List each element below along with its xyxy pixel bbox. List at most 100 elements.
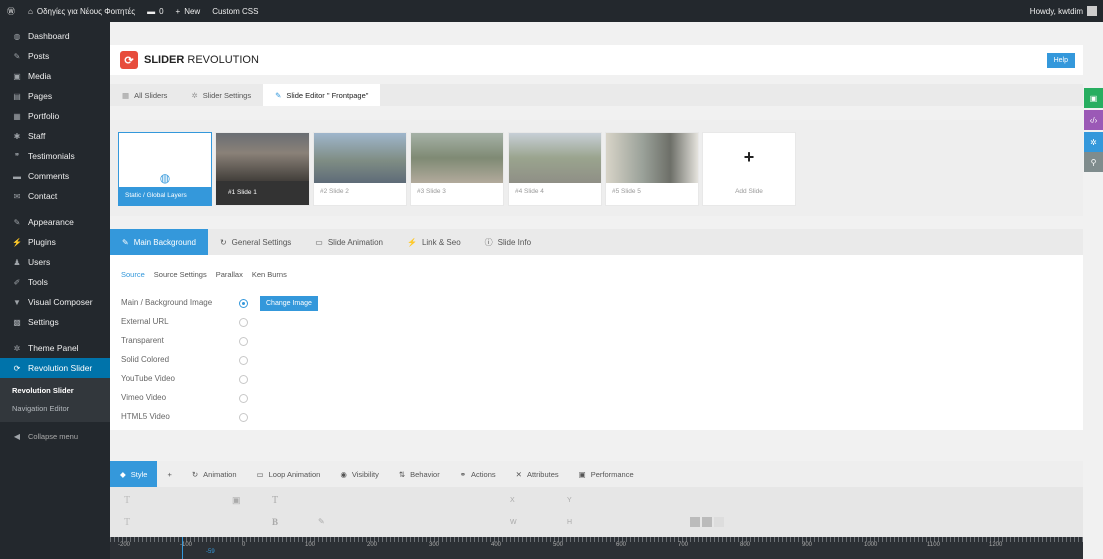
comments-count: 0: [159, 6, 164, 16]
ruler-tick-label: 200: [367, 542, 378, 548]
source-radio[interactable]: [239, 337, 248, 346]
pencil-icon[interactable]: ✎: [318, 517, 325, 526]
comments-link[interactable]: ▬ 0: [141, 0, 169, 22]
sidebar-item-label: Appearance: [28, 217, 74, 227]
slide-thumb-1[interactable]: #1 Slide 1: [215, 132, 310, 206]
comments-icon: ▬: [13, 171, 21, 181]
tab-link-seo[interactable]: ⚡ Link & Seo: [395, 229, 473, 255]
slide-3-label: #3 Slide 3: [417, 188, 446, 195]
new-label: New: [184, 6, 201, 16]
wordpress-logo-icon[interactable]: Ⓦ: [0, 0, 22, 22]
custom-css-link[interactable]: Custom CSS: [206, 0, 264, 22]
drop-icon: ◆: [120, 469, 126, 479]
pages-icon: ▤: [13, 91, 21, 101]
sidebar-item-plugins[interactable]: ⚡ Plugins: [0, 232, 110, 252]
layer-tab-style[interactable]: ◆ Style: [110, 461, 158, 487]
slide-thumb-4[interactable]: #4 Slide 4: [508, 132, 602, 206]
source-radio[interactable]: [239, 375, 248, 384]
settings-icon: ▩: [13, 317, 21, 327]
sidebar-item-media[interactable]: ▣ Media: [0, 66, 110, 86]
bold-icon[interactable]: B: [272, 517, 278, 527]
subtab-source[interactable]: Source: [121, 270, 145, 279]
sidebar-item-comments[interactable]: ▬ Comments: [0, 166, 110, 186]
add-slide-button[interactable]: + Add Slide: [702, 132, 796, 206]
nav-label: All Sliders: [134, 90, 168, 100]
pencil-icon: ✎: [275, 90, 282, 100]
sidebar-item-users[interactable]: ♟ Users: [0, 252, 110, 272]
source-radio[interactable]: [239, 299, 248, 308]
sidebar-item-portfolio[interactable]: ▦ Portfolio: [0, 106, 110, 126]
help-button[interactable]: Help: [1046, 52, 1075, 68]
nav-slide-editor[interactable]: ✎ Slide Editor " Frontpage": [263, 84, 381, 106]
slide-5-label: #5 Slide 5: [612, 188, 641, 195]
source-radio[interactable]: [239, 356, 248, 365]
align-buttons[interactable]: [690, 517, 724, 527]
slide-2-image: [314, 133, 406, 183]
tab-label: Slide Info: [497, 237, 532, 247]
sidebar-item-appearance[interactable]: ✎ Appearance: [0, 212, 110, 232]
collapse-menu-button[interactable]: ◀ Collapse menu: [0, 426, 110, 446]
new-content-link[interactable]: + New: [170, 0, 207, 22]
sidebar-item-posts[interactable]: ✎ Posts: [0, 46, 110, 66]
sidebar-item-settings[interactable]: ▩ Settings: [0, 312, 110, 332]
sidebar-item-label: Contact: [28, 191, 58, 201]
subtab-parallax[interactable]: Parallax: [216, 270, 243, 279]
sidebar-item-revolution-slider[interactable]: ⟳ Revolution Slider: [0, 358, 110, 378]
submenu-revolution-slider[interactable]: Revolution Slider: [0, 382, 110, 400]
tab-general-settings[interactable]: ↻ General Settings: [208, 229, 303, 255]
ruler-position-marker[interactable]: [182, 537, 183, 559]
ruler-tick-label: 1000: [864, 542, 878, 548]
sidebar-item-tools[interactable]: ✐ Tools: [0, 272, 110, 292]
change-image-button[interactable]: Change Image: [260, 296, 318, 311]
nav-slider-settings[interactable]: ✲ Slider Settings: [179, 84, 263, 106]
sidebar-item-staff[interactable]: ✱ Staff: [0, 126, 110, 146]
sidebar-item-visual-composer[interactable]: ▼ Visual Composer: [0, 292, 110, 312]
layer-tab-behavior[interactable]: ⇅ Behavior: [389, 461, 450, 487]
layer-tab-actions[interactable]: ⚭ Actions: [450, 461, 506, 487]
layer-tab-attributes[interactable]: ✕ Attributes: [506, 461, 569, 487]
howdy-text: Howdy, kwtdim: [1029, 6, 1083, 16]
tab-label: General Settings: [231, 237, 292, 247]
sidebar-item-dashboard[interactable]: ◍ Dashboard: [0, 26, 110, 46]
h-label: H: [567, 519, 573, 526]
layer-tab-visibility[interactable]: ◉ Visibility: [330, 461, 389, 487]
source-radio[interactable]: [239, 413, 248, 422]
tab-main-background[interactable]: ✎ Main Background: [110, 229, 208, 255]
sidebar-item-pages[interactable]: ▤ Pages: [0, 86, 110, 106]
search-icon[interactable]: ⚲: [1084, 152, 1103, 172]
sidebar-item-testimonials[interactable]: ❞ Testimonials: [0, 146, 110, 166]
submenu-navigation-editor[interactable]: Navigation Editor: [0, 400, 110, 418]
layer-tab-animation[interactable]: ↻ Animation: [182, 461, 247, 487]
source-option-label: Solid Colored: [121, 355, 170, 364]
settings-icon[interactable]: ✲: [1084, 132, 1103, 152]
save-icon[interactable]: ▣: [1084, 88, 1103, 108]
y-label: Y: [567, 497, 572, 504]
layer-tab-performance[interactable]: ▣ Performance: [569, 461, 644, 487]
slide-thumb-static[interactable]: ◍ Static / Global Layers: [118, 132, 212, 206]
sidebar-item-contact[interactable]: ✉ Contact: [0, 186, 110, 206]
slide-2-label: #2 Slide 2: [320, 188, 349, 195]
tab-slide-info[interactable]: ⓘ Slide Info: [473, 229, 543, 255]
my-account-link[interactable]: Howdy, kwtdim: [1024, 0, 1103, 22]
slide-thumb-5[interactable]: #5 Slide 5: [605, 132, 699, 206]
code-icon[interactable]: ‹/›: [1084, 110, 1103, 130]
source-radio[interactable]: [239, 318, 248, 327]
nav-all-sliders[interactable]: ▦ All Sliders: [110, 84, 179, 106]
sidebar-item-label: Tools: [28, 277, 48, 287]
tab-slide-animation[interactable]: ▭ Slide Animation: [303, 229, 395, 255]
layer-tab-add[interactable]: +: [157, 461, 181, 487]
sidebar-item-label: Settings: [28, 317, 59, 327]
layer-tab-loop-animation[interactable]: ▭ Loop Animation: [247, 461, 331, 487]
sidebar-item-theme-panel[interactable]: ✲ Theme Panel: [0, 338, 110, 358]
slide-thumb-2[interactable]: #2 Slide 2: [313, 132, 407, 206]
source-radio[interactable]: [239, 394, 248, 403]
slide-thumb-3[interactable]: #3 Slide 3: [410, 132, 504, 206]
brand-rest: REVOLUTION: [187, 54, 259, 66]
sidebar-item-label: Posts: [28, 51, 50, 61]
subtab-ken-burns[interactable]: Ken Burns: [252, 270, 287, 279]
save-style-icon[interactable]: ▣: [232, 495, 241, 506]
tab-label: Link & Seo: [421, 237, 461, 247]
layer-tab-label: Performance: [590, 469, 634, 479]
site-name-link[interactable]: ⌂ Οδηγίες για Νέους Φοιτητές: [22, 0, 141, 22]
subtab-source-settings[interactable]: Source Settings: [154, 270, 207, 279]
